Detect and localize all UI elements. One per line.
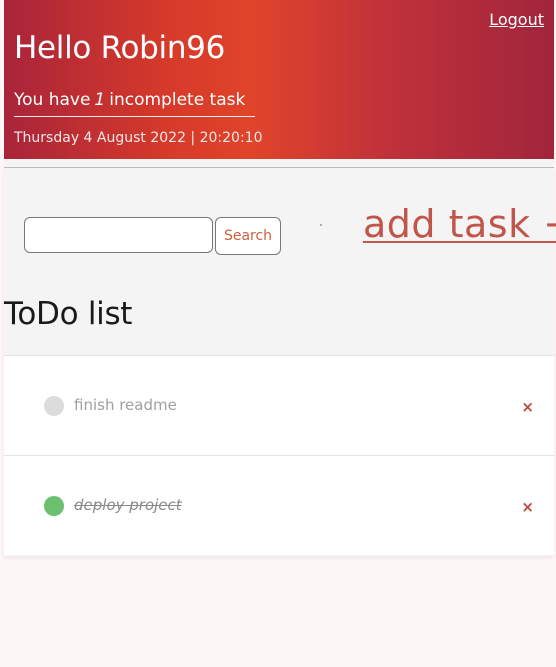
close-icon[interactable]: × <box>521 398 534 416</box>
task-item: finish readme × <box>4 355 554 455</box>
todo-list: finish readme × deploy project × <box>4 355 554 555</box>
incomplete-count: 1 <box>94 90 106 110</box>
todo-list-title: ToDo list <box>4 296 133 332</box>
incomplete-task-summary: You have 1 incomplete task <box>14 90 255 117</box>
header-banner: Logout Hello Robin96 You have 1 incomplete… <box>4 0 554 159</box>
greeting-title: Hello Robin96 <box>14 30 226 66</box>
task-status-toggle[interactable] <box>44 496 64 516</box>
task-status-toggle[interactable] <box>44 396 64 416</box>
search-button[interactable]: Search <box>215 217 281 255</box>
header-divider <box>4 159 554 168</box>
summary-suffix: incomplete task <box>109 90 246 110</box>
logout-link[interactable]: Logout <box>489 10 544 29</box>
close-icon[interactable]: × <box>521 498 534 516</box>
current-datetime: Thursday 4 August 2022 | 20:20:10 <box>14 130 263 146</box>
separator-dot <box>320 224 322 226</box>
add-task-link[interactable]: add task + <box>363 202 556 246</box>
task-text: finish readme <box>74 396 177 414</box>
todo-app: Logout Hello Robin96 You have 1 incomplete… <box>0 0 556 667</box>
search-input[interactable] <box>24 217 213 253</box>
todo-panel: Search add task + ToDo list finish readm… <box>4 168 556 556</box>
summary-prefix: You have <box>14 90 91 110</box>
task-item: deploy project × <box>4 455 554 555</box>
task-text: deploy project <box>74 496 182 514</box>
